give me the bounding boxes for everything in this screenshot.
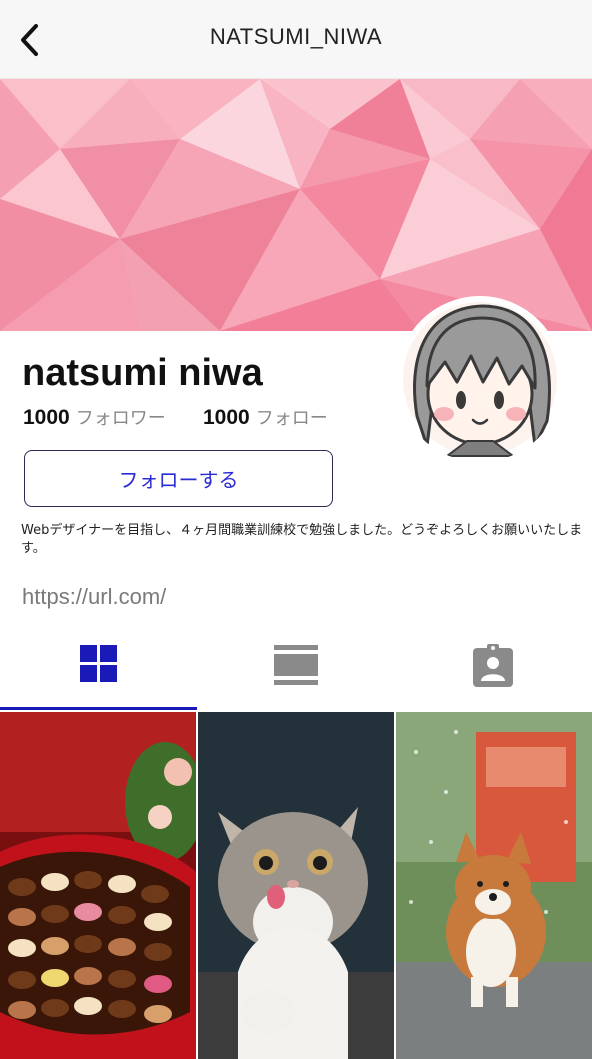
tagged-user-icon [472,644,513,687]
page-title: NATSUMI_NIWA [209,24,383,49]
corgi-photo [396,712,592,1059]
tab-grid[interactable] [0,620,197,710]
cover-image [0,79,592,331]
posts-grid [0,712,592,1059]
grid-icon [79,645,117,682]
list-view-icon [273,645,318,685]
following-count: 1000 [203,406,250,429]
avatar[interactable] [397,296,563,462]
post-thumbnail[interactable] [0,712,196,1059]
following-label: フォロー [255,408,328,429]
top-navigation-bar: NATSUMI_NIWA [0,0,592,79]
chocolate-box-photo [0,712,196,1059]
following-stat[interactable]: 1000 フォロー [203,404,328,430]
followers-label: フォロワー [75,408,166,429]
followers-stat[interactable]: 1000 フォロワー [23,404,166,430]
post-thumbnail[interactable] [198,712,394,1059]
profile-tabs [0,620,592,710]
profile-bio: Webデザイナーを目指し、４ヶ月間職業訓練校で勉強しました。どうぞよろしくお願い… [21,523,583,556]
tab-tagged[interactable] [394,620,591,710]
followers-count: 1000 [23,406,70,429]
follow-button[interactable]: フォローする [24,450,333,507]
tab-list[interactable] [197,620,394,710]
kitten-photo [198,712,394,1059]
profile-name: natsumi niwa [22,352,263,394]
active-tab-indicator [0,707,197,710]
profile-url-link[interactable]: https://url.com/ [22,584,166,610]
post-thumbnail[interactable] [396,712,592,1059]
